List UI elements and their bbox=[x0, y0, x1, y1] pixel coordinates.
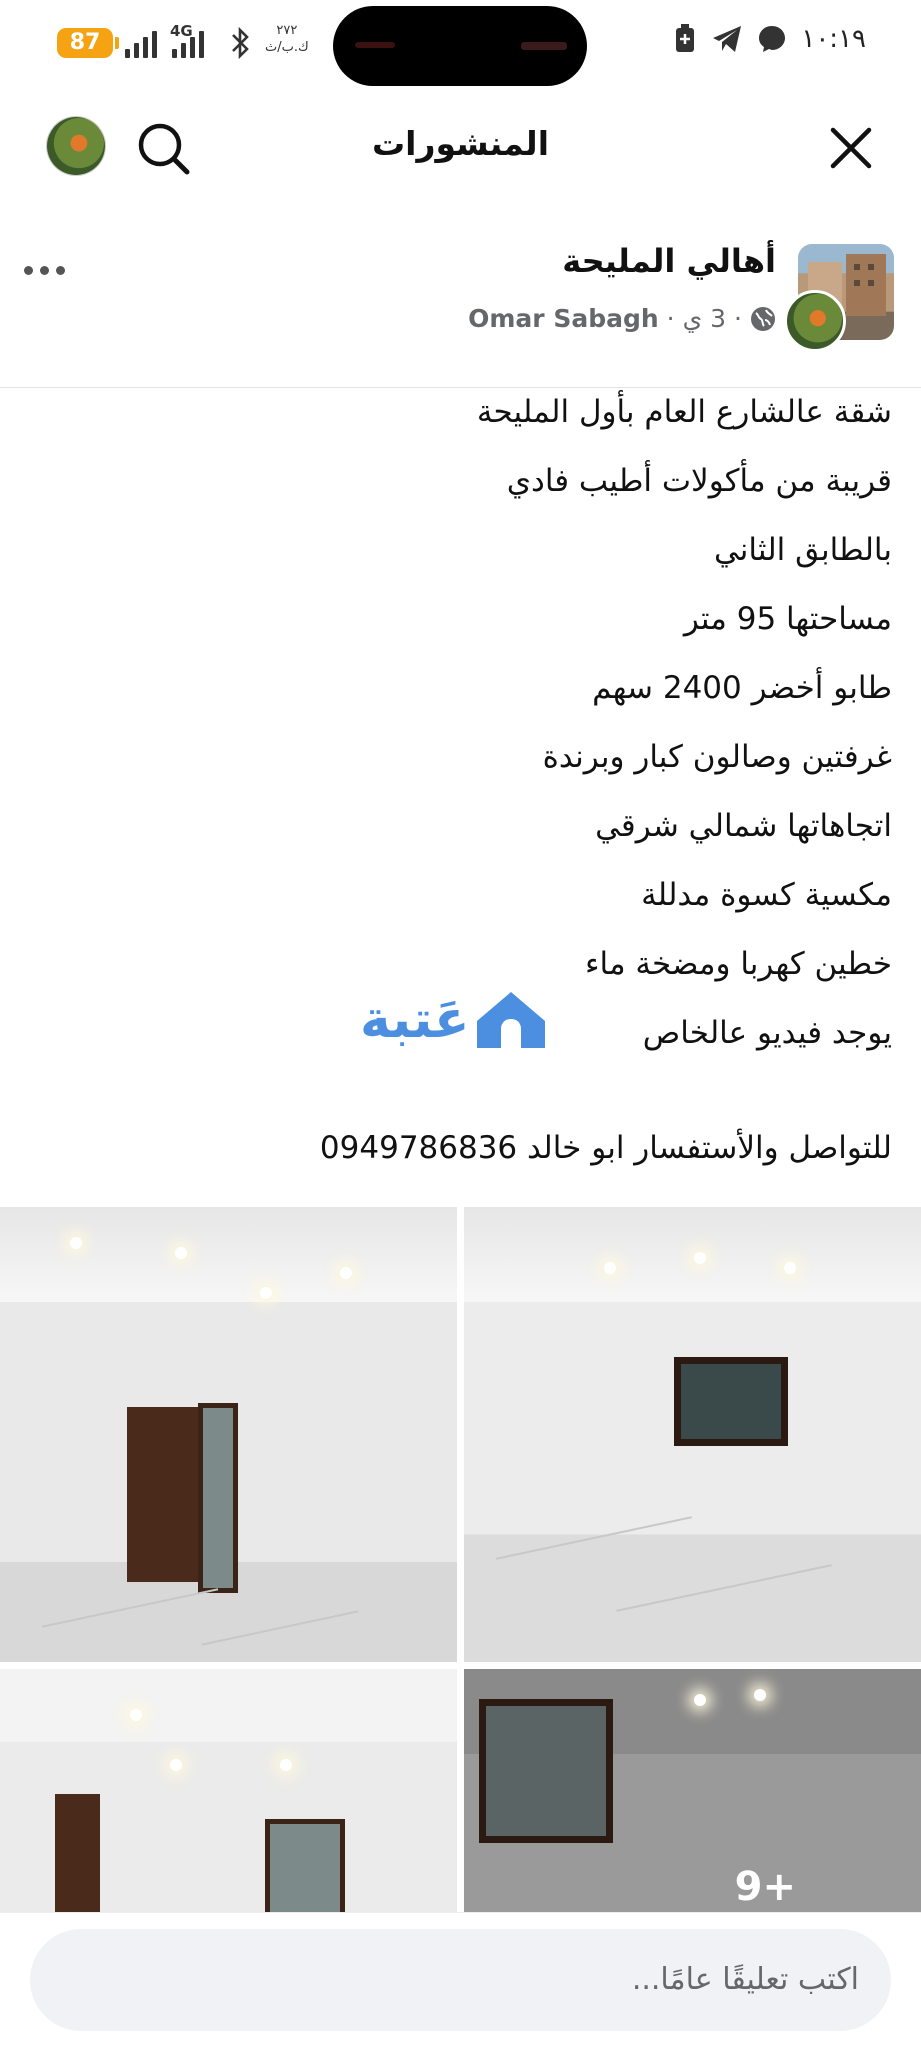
photo-3[interactable] bbox=[0, 1669, 457, 1912]
post-line: شقة عالشارع العام بأول المليحة bbox=[476, 394, 892, 430]
status-bar: 87 4G ٢٧٢ ك.ب/ث ١٠:١٩ bbox=[0, 0, 921, 95]
post-line: طابو أخضر 2400 سهم bbox=[592, 670, 892, 706]
post-line: قريبة من مأكولات أطيب فادي bbox=[506, 463, 892, 499]
photo-1[interactable] bbox=[0, 1207, 457, 1662]
top-app-bar: المنشورات bbox=[0, 100, 921, 196]
data-rate: ٢٧٢ ك.ب/ث bbox=[265, 23, 309, 55]
post-line: مكسية كسوة مدللة bbox=[641, 877, 892, 913]
contact-line: للتواصل والأستفسار ابو خالد 0949786836 bbox=[319, 1130, 892, 1166]
dot-separator: · bbox=[734, 304, 742, 333]
messenger-icon bbox=[759, 26, 786, 52]
post-author[interactable]: Omar Sabagh bbox=[468, 304, 659, 333]
clock: ١٠:١٩ bbox=[801, 24, 866, 54]
post-header: أهالي المليحة · 3 ي · Omar Sabagh bbox=[0, 230, 921, 360]
photo-2[interactable] bbox=[464, 1207, 921, 1662]
author-avatar[interactable] bbox=[784, 290, 846, 352]
close-icon[interactable] bbox=[821, 118, 881, 178]
post-time[interactable]: 3 ي bbox=[683, 304, 726, 333]
post-line: غرفتين وصالون كبار وبرندة bbox=[542, 739, 892, 775]
comment-input[interactable]: اكتب تعليقًا عامًا... bbox=[30, 1929, 891, 2031]
more-options-icon[interactable] bbox=[22, 256, 72, 286]
post-line: مساحتها 95 متر bbox=[683, 601, 892, 637]
photo-grid: 9+ bbox=[0, 1207, 921, 1912]
post-meta: · 3 ي · Omar Sabagh bbox=[468, 304, 776, 333]
comment-bar: اكتب تعليقًا عامًا... bbox=[0, 1912, 921, 2049]
more-photos-count[interactable]: 9+ bbox=[735, 1864, 796, 1910]
dot-separator: · bbox=[666, 304, 675, 333]
globe-icon bbox=[751, 306, 775, 331]
battery-saver-icon bbox=[676, 24, 695, 52]
photo-4[interactable]: 9+ bbox=[464, 1669, 921, 1912]
bluetooth-icon bbox=[232, 26, 249, 60]
page-title: المنشورات bbox=[371, 124, 550, 163]
post-line: بالطابق الثاني bbox=[713, 532, 892, 568]
house-icon bbox=[476, 992, 545, 1048]
divider bbox=[0, 387, 921, 388]
group-name[interactable]: أهالي المليحة bbox=[562, 242, 776, 280]
telegram-icon bbox=[713, 26, 742, 52]
battery-indicator: 87 bbox=[57, 28, 119, 58]
post-body: شقة عالشارع العام بأول المليحة قريبة من … bbox=[32, 392, 892, 1082]
post-line: اتجاهاتها شمالي شرقي bbox=[595, 808, 892, 844]
watermark-logo: عَتبة bbox=[360, 985, 548, 1055]
signal-icon bbox=[125, 28, 157, 58]
dynamic-island bbox=[333, 6, 587, 86]
signal-2-icon bbox=[172, 28, 204, 58]
watermark-text: عَتبة bbox=[360, 990, 470, 1050]
